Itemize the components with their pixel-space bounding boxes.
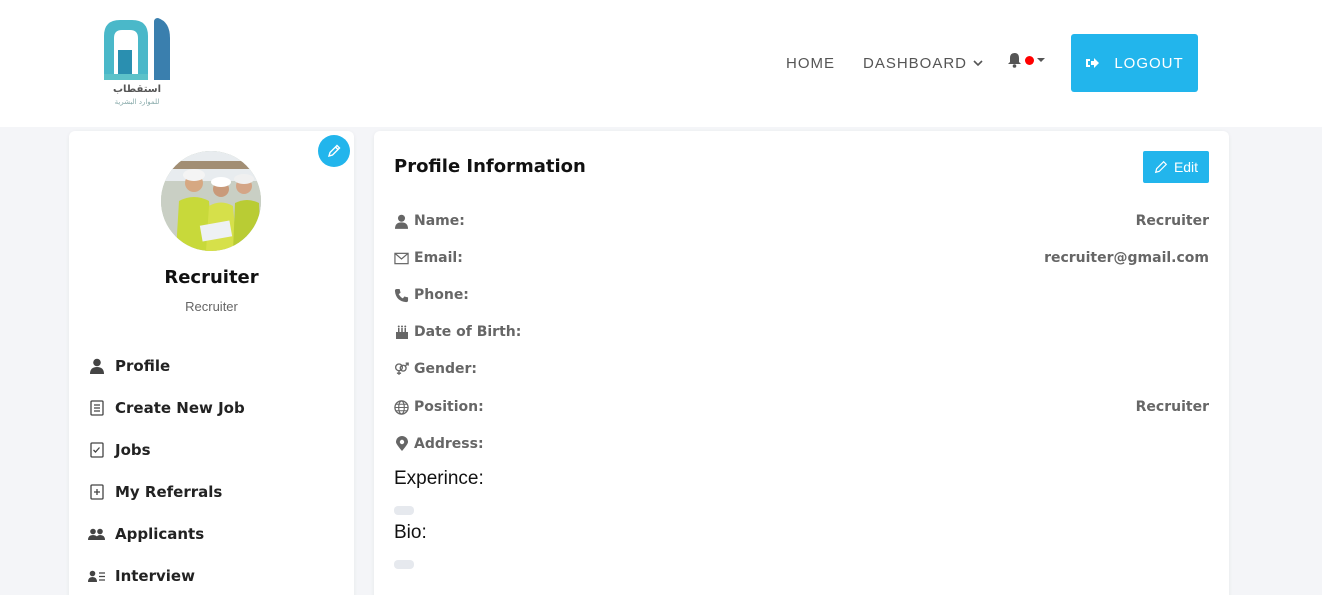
- profile-role: Recruiter: [185, 299, 238, 314]
- avatar: [161, 151, 261, 251]
- logo-mark-icon: [104, 18, 170, 80]
- info-row-date-of-birth: Date of Birth:: [394, 322, 1209, 342]
- profile-name: Recruiter: [164, 267, 259, 288]
- cake-icon: [394, 325, 409, 340]
- info-row-position: Position: Recruiter: [394, 397, 1209, 417]
- nav-home[interactable]: HOME: [786, 0, 835, 127]
- top-header: استقطاب للموارد البشرية HOME DASHBOARD L…: [0, 0, 1322, 127]
- info-row-name: Name: Recruiter: [394, 211, 1209, 231]
- info-label-address: Address:: [414, 436, 484, 452]
- gender-icon: [394, 362, 409, 377]
- info-label-name: Name:: [414, 213, 465, 229]
- experience-label: Experince:: [394, 468, 484, 489]
- info-row-gender: Gender:: [394, 359, 1209, 379]
- bell-icon: [1008, 53, 1021, 68]
- pencil-icon: [327, 144, 341, 158]
- user-icon: [394, 214, 409, 229]
- sidebar-item-jobs[interactable]: Jobs: [88, 429, 338, 471]
- user-icon: [88, 358, 105, 375]
- globe-icon: [394, 399, 409, 415]
- notifications-dropdown[interactable]: [1007, 52, 1045, 68]
- sidebar-item-profile[interactable]: Profile: [88, 345, 338, 387]
- info-label-position: Position:: [414, 399, 484, 415]
- list-icon: [88, 400, 105, 417]
- page-title: Profile Information: [394, 156, 586, 177]
- info-label-gender: Gender:: [414, 361, 477, 377]
- logout-label: LOGOUT: [1114, 54, 1184, 72]
- profile-sidebar: Recruiter Recruiter Profile Create New J…: [69, 131, 354, 595]
- envelope-icon: [394, 251, 409, 266]
- sidebar-item-label: Create New Job: [115, 399, 245, 417]
- info-label-email: Email:: [414, 250, 463, 266]
- user-list-icon: [88, 568, 105, 585]
- brand-logo[interactable]: استقطاب للموارد البشرية: [98, 14, 176, 114]
- edit-profile-button[interactable]: Edit: [1143, 151, 1209, 183]
- info-label-phone: Phone:: [414, 287, 469, 303]
- info-row-phone: Phone:: [394, 285, 1209, 305]
- sidebar-item-label: Jobs: [115, 441, 151, 459]
- sidebar-item-my-referrals[interactable]: My Referrals: [88, 471, 338, 513]
- info-row-email: Email: recruiter@gmail.com: [394, 248, 1209, 268]
- referral-icon: [88, 484, 105, 501]
- edit-label: Edit: [1173, 159, 1199, 175]
- notification-badge: [1025, 55, 1034, 65]
- map-pin-icon: [394, 436, 409, 452]
- sidebar-item-applicants[interactable]: Applicants: [88, 513, 338, 555]
- nav-home-label: HOME: [786, 55, 835, 72]
- info-value-email: recruiter@gmail.com: [1044, 250, 1209, 266]
- caret-down-icon: [1037, 58, 1045, 62]
- profile-information-card: Profile Information Edit Name: Recruiter…: [374, 131, 1229, 595]
- brand-subtitle: للموارد البشرية: [114, 98, 160, 106]
- nav-dashboard[interactable]: DASHBOARD: [863, 0, 983, 127]
- checklist-icon: [88, 442, 105, 459]
- sidebar-item-interview[interactable]: Interview: [88, 555, 338, 595]
- sidebar-item-label: Profile: [115, 357, 171, 375]
- pencil-icon: [1154, 160, 1168, 174]
- sidebar-item-label: My Referrals: [115, 483, 223, 501]
- logout-button[interactable]: LOGOUT: [1071, 34, 1198, 92]
- sidebar-item-create-new-job[interactable]: Create New Job: [88, 387, 338, 429]
- info-row-address: Address:: [394, 434, 1209, 454]
- bio-label: Bio:: [394, 522, 427, 543]
- sidebar-menu: Profile Create New Job Jobs My Referrals…: [88, 345, 338, 595]
- bio-empty-value: [394, 560, 414, 569]
- avatar-photo-icon: [161, 151, 261, 251]
- info-value-position: Recruiter: [1135, 399, 1209, 415]
- brand-name: استقطاب: [112, 84, 162, 95]
- info-label-date-of-birth: Date of Birth:: [414, 324, 522, 340]
- nav-dashboard-label: DASHBOARD: [863, 55, 968, 72]
- edit-avatar-button[interactable]: [318, 135, 350, 167]
- sidebar-item-label: Applicants: [115, 525, 205, 543]
- sign-out-icon: [1086, 58, 1100, 68]
- experience-empty-value: [394, 506, 414, 515]
- phone-icon: [394, 288, 409, 303]
- sidebar-item-label: Interview: [115, 567, 195, 585]
- users-icon: [88, 526, 105, 543]
- chevron-down-icon: [973, 60, 983, 67]
- info-value-name: Recruiter: [1135, 213, 1209, 229]
